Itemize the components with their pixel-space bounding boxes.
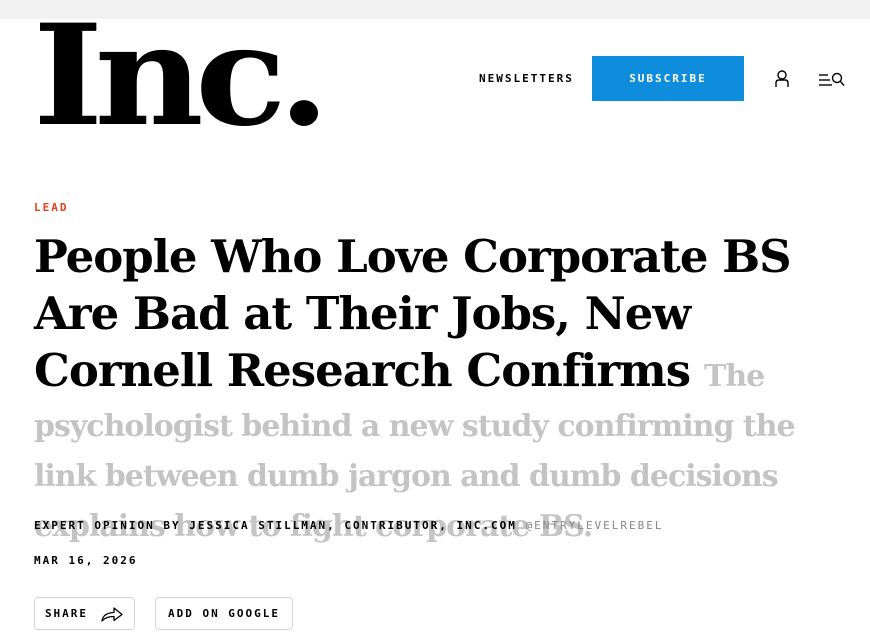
- headline-block: People Who Love Corporate BS Are Bad at …: [34, 228, 864, 552]
- inc-logo[interactable]: Inc.: [33, 6, 330, 145]
- newsletters-link[interactable]: NEWSLETTERS: [479, 72, 574, 85]
- section-kicker[interactable]: LEAD: [34, 201, 69, 214]
- byline: EXPERT OPINION BY JESSICA STILLMAN, CONT…: [34, 519, 663, 532]
- publish-date: MAR 16, 2026: [34, 554, 138, 567]
- subscribe-button[interactable]: SUBSCRIBE: [592, 56, 744, 101]
- author-link[interactable]: JESSICA STILLMAN, CONTRIBUTOR, INC.COM: [189, 519, 517, 532]
- author-handle-link[interactable]: @ENTRYLEVELREBEL: [526, 519, 664, 532]
- add-on-google-label: ADD ON GOOGLE: [167, 607, 281, 620]
- add-on-google-button[interactable]: ADD ON GOOGLE: [155, 597, 293, 630]
- share-label: SHARE: [44, 607, 89, 620]
- menu-search-icon[interactable]: [818, 72, 845, 87]
- article-headline: People Who Love Corporate BS Are Bad at …: [34, 230, 792, 397]
- byline-prefix: EXPERT OPINION BY: [34, 519, 181, 532]
- user-icon[interactable]: [774, 70, 790, 87]
- share-arrow-icon: [101, 606, 123, 622]
- share-button[interactable]: SHARE: [34, 597, 135, 630]
